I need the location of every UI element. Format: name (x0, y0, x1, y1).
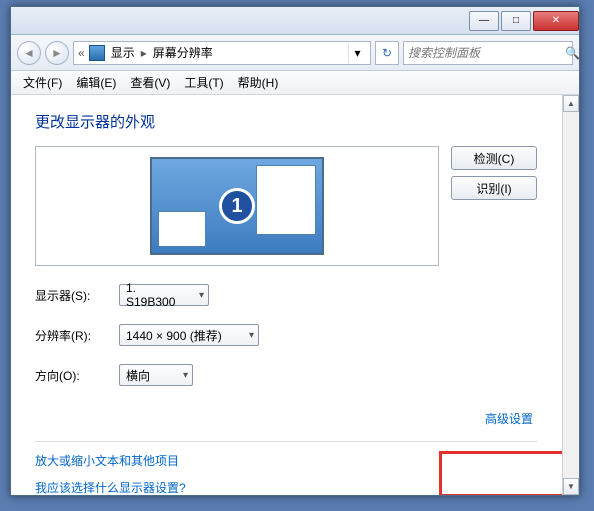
display-label: 显示器(S): (35, 287, 107, 304)
forward-button[interactable]: ► (45, 41, 69, 65)
breadcrumb-current[interactable]: 屏幕分辨率 (151, 44, 215, 61)
display-combo[interactable]: 1. S19B300 (119, 284, 209, 306)
display-icon (89, 45, 105, 61)
resolution-label: 分辨率(R): (35, 327, 107, 344)
titlebar: — □ ✕ (11, 7, 579, 35)
breadcrumb[interactable]: « 显示 ▸ 屏幕分辨率 ▾ (73, 41, 371, 65)
menu-tools[interactable]: 工具(T) (178, 72, 229, 93)
menu-file[interactable]: 文件(F) (17, 72, 68, 93)
refresh-button[interactable]: ↻ (375, 41, 399, 65)
advanced-settings-link[interactable]: 高级设置 (485, 412, 533, 426)
maximize-button[interactable]: □ (501, 11, 531, 31)
divider (35, 441, 537, 442)
minimize-button[interactable]: — (469, 11, 499, 31)
search-box[interactable]: 🔍 (403, 41, 573, 65)
breadcrumb-dropdown-icon[interactable]: ▾ (348, 43, 366, 63)
identify-button[interactable]: 识别(I) (451, 176, 537, 200)
breadcrumb-root[interactable]: 显示 (109, 44, 137, 61)
content-area: 更改显示器的外观 1 检测(C) 识别(I) 显示器(S): 1. S19B30… (11, 95, 579, 495)
close-button[interactable]: ✕ (533, 11, 579, 31)
history-chevron-icon[interactable]: « (78, 46, 85, 60)
monitor-number-badge: 1 (219, 188, 255, 224)
scroll-up-icon[interactable]: ▲ (563, 95, 579, 112)
menu-edit[interactable]: 编辑(E) (70, 72, 122, 93)
back-button[interactable]: ◄ (17, 41, 41, 65)
resolution-combo[interactable]: 1440 × 900 (推荐) (119, 324, 259, 346)
detect-button[interactable]: 检测(C) (451, 146, 537, 170)
preview-window-large (256, 165, 316, 235)
chevron-right-icon: ▸ (141, 46, 147, 60)
vertical-scrollbar[interactable]: ▲ ▼ (562, 95, 579, 495)
menu-view[interactable]: 查看(V) (124, 72, 176, 93)
monitor-preview[interactable]: 1 (35, 146, 439, 266)
menubar: 文件(F) 编辑(E) 查看(V) 工具(T) 帮助(H) (11, 71, 579, 95)
search-input[interactable] (408, 46, 565, 60)
orientation-combo[interactable]: 横向 (119, 364, 193, 386)
search-icon[interactable]: 🔍 (565, 46, 580, 60)
menu-help[interactable]: 帮助(H) (232, 72, 285, 93)
text-size-link[interactable]: 放大或缩小文本和其他项目 (35, 452, 537, 469)
preview-window-small (158, 211, 206, 247)
navbar: ◄ ► « 显示 ▸ 屏幕分辨率 ▾ ↻ 🔍 (11, 35, 579, 71)
orientation-label: 方向(O): (35, 367, 107, 384)
scroll-down-icon[interactable]: ▼ (563, 478, 579, 495)
control-panel-window: — □ ✕ ◄ ► « 显示 ▸ 屏幕分辨率 ▾ ↻ 🔍 文件(F) 编辑(E)… (10, 6, 580, 496)
page-heading: 更改显示器的外观 (35, 111, 537, 132)
which-display-link[interactable]: 我应该选择什么显示器设置? (35, 479, 537, 495)
monitor-thumbnail[interactable]: 1 (150, 157, 324, 255)
